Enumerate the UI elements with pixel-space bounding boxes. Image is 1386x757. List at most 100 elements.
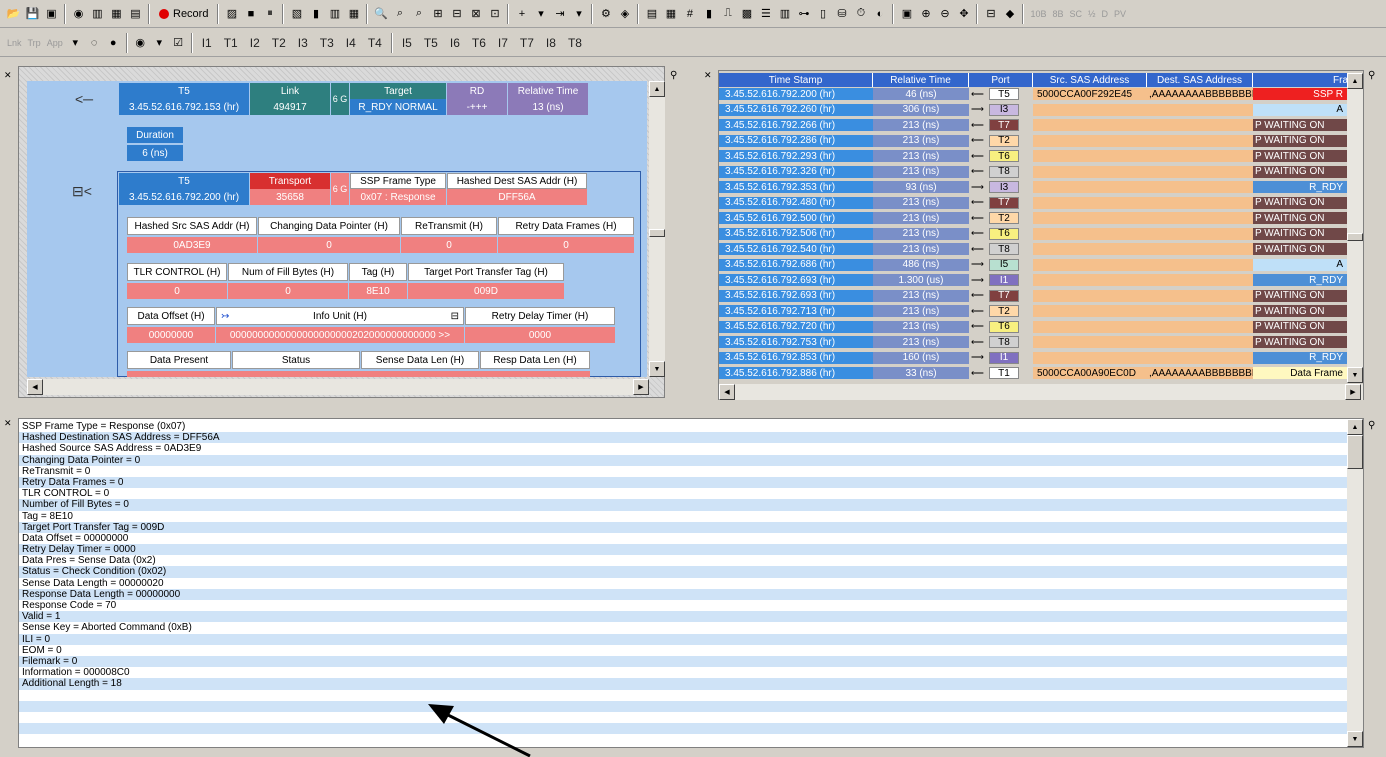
cell-frame[interactable]: P WAITING ON [1253, 289, 1347, 302]
cell-port[interactable]: T8 [989, 243, 1019, 255]
cell-reltime[interactable]: 213 (ns) [873, 320, 969, 333]
info-unit-value[interactable]: 0000000000000000000000202000000000000 >> [216, 327, 464, 343]
decode-icon[interactable]: ⚙ [597, 5, 614, 22]
detail-row[interactable]: Sense Key = Aborted Command (0xB) [19, 622, 1347, 633]
port-t7-button[interactable]: T7 [520, 36, 534, 50]
row1-rd-value[interactable]: -+++ [447, 99, 507, 115]
cell-timestamp[interactable]: 3.45.52.616.792.540 (hr) [719, 243, 873, 255]
cell-reltime[interactable]: 213 (ns) [873, 336, 969, 348]
dropdown-icon[interactable]: ▾ [570, 5, 587, 22]
port-t1-button[interactable]: T1 [224, 36, 238, 50]
cell-frame[interactable]: SSP R [1253, 88, 1347, 100]
cell-port[interactable]: T8 [989, 336, 1019, 348]
cell-src-sas[interactable]: 5000CCA00F292E45 [1033, 88, 1147, 100]
mode-8b-button[interactable]: 8B [1052, 9, 1063, 19]
cell-dest-sas[interactable] [1147, 150, 1253, 162]
port-i5-button[interactable]: I5 [402, 36, 412, 50]
packet-view-hscrollbar[interactable]: ◀ ▶ [27, 379, 649, 395]
port-t2-button[interactable]: T2 [272, 36, 286, 50]
scroll-left-icon[interactable]: ◀ [27, 379, 43, 395]
packet-view-icon[interactable]: ▤ [643, 5, 660, 22]
dropdown-icon[interactable]: ▾ [67, 34, 84, 51]
detail-row[interactable]: Status = Check Condition (0x02) [19, 566, 1347, 578]
right-pane-pin-icon[interactable]: ⚲ [1368, 70, 1375, 81]
detail-row[interactable]: Filemark = 0 [19, 655, 1347, 668]
scroll-thumb[interactable] [649, 229, 665, 237]
cell-timestamp[interactable]: 3.45.52.616.792.693 (hr) [719, 289, 873, 302]
link-view-icon[interactable]: ⛁ [833, 5, 850, 22]
find-prev-icon[interactable]: ⌕ [410, 5, 427, 22]
hashed-dest-value[interactable]: DFF56A [447, 189, 587, 205]
column-view-icon[interactable]: ▮ [700, 5, 717, 22]
cell-port[interactable]: T2 [989, 134, 1019, 147]
split-icon[interactable]: ⊟ [982, 5, 999, 22]
cell-reltime[interactable]: 213 (ns) [873, 196, 969, 209]
scroll-right-icon[interactable]: ▶ [1345, 384, 1361, 400]
cell-reltime[interactable]: 213 (ns) [873, 165, 969, 178]
table-row[interactable]: 3.45.52.616.792.540 (hr) 213 (ns) ⟵ T8 P WAI… [719, 243, 1359, 255]
spreadsheet-hscrollbar[interactable]: ◀ ▶ [719, 384, 1363, 400]
cell-port[interactable]: T6 [989, 320, 1019, 333]
changing-data-pointer-value[interactable]: 0 [258, 237, 400, 253]
cell-src-sas[interactable] [1033, 258, 1147, 271]
right-pane-close-icon[interactable]: ✕ [704, 70, 716, 81]
layout-icon[interactable]: ▦ [345, 5, 362, 22]
detail-row[interactable]: ReTransmit = 0 [19, 466, 1347, 477]
table-row[interactable]: 3.45.52.616.792.686 (hr) 486 (ns) ⟶ I5 A [719, 258, 1359, 271]
cell-timestamp[interactable]: 3.45.52.616.792.200 (hr) [719, 88, 873, 100]
port-i1-button[interactable]: I1 [202, 36, 212, 50]
detail-row[interactable]: Response Code = 70 [19, 600, 1347, 611]
dropdown-icon[interactable]: ▾ [151, 34, 168, 51]
settings-icon[interactable]: ◉ [70, 5, 87, 22]
bar-chart-icon[interactable]: ▥ [776, 5, 793, 22]
dropdown-icon[interactable]: ▾ [532, 5, 549, 22]
record-button[interactable]: Record [153, 4, 214, 24]
scroll-left-icon[interactable]: ◀ [719, 384, 735, 400]
cell-dest-sas[interactable] [1147, 336, 1253, 348]
cell-dest-sas[interactable] [1147, 165, 1253, 178]
details-pane-pin-icon[interactable]: ⚲ [1368, 420, 1375, 431]
cell-src-sas[interactable] [1033, 289, 1147, 302]
cell-reltime[interactable]: 213 (ns) [873, 243, 969, 255]
port-t6-button[interactable]: T6 [472, 36, 486, 50]
row2-transport-value[interactable]: 35658 [250, 189, 330, 205]
hide-icon[interactable]: ⊞ [429, 5, 446, 22]
open-icon[interactable]: 📂 [5, 5, 22, 22]
cell-reltime[interactable]: 213 (ns) [873, 227, 969, 240]
port-i6-button[interactable]: I6 [450, 36, 460, 50]
detail-row[interactable]: Sense Data Length = 00000020 [19, 578, 1347, 589]
cell-src-sas[interactable] [1033, 134, 1147, 147]
spec-icon[interactable]: ◈ [616, 5, 633, 22]
scroll-right-icon[interactable]: ▶ [633, 379, 649, 395]
mode-10b-button[interactable]: 10B [1030, 9, 1046, 19]
capture-icon[interactable]: ▤ [127, 5, 144, 22]
detail-row[interactable]: EOM = 0 [19, 645, 1347, 656]
cell-frame[interactable]: P WAITING ON [1253, 119, 1347, 131]
details-pane-close-icon[interactable]: ✕ [4, 418, 16, 429]
cell-timestamp[interactable]: 3.45.52.616.792.286 (hr) [719, 134, 873, 147]
col-header-reltime[interactable]: Relative Time [873, 73, 969, 87]
table-row[interactable]: 3.45.52.616.792.326 (hr) 213 (ns) ⟵ T8 P WAI… [719, 165, 1359, 178]
cell-reltime[interactable]: 213 (ns) [873, 212, 969, 224]
cell-dest-sas[interactable] [1147, 103, 1253, 116]
table-row[interactable]: 3.45.52.616.792.853 (hr) 160 (ns) ⟶ I1 R_RDY [719, 351, 1359, 364]
row1-link-value[interactable]: 494917 [250, 99, 330, 115]
palette-icon[interactable]: ◆ [1001, 5, 1018, 22]
table-row[interactable]: 3.45.52.616.792.353 (hr) 93 (ns) ⟶ I3 R_RDY [719, 181, 1359, 193]
cell-port[interactable]: T7 [989, 196, 1019, 209]
table-row[interactable]: 3.45.52.616.792.293 (hr) 213 (ns) ⟵ T6 P WAI… [719, 150, 1359, 162]
duration-value[interactable]: 6 (ns) [127, 145, 183, 161]
cell-frame[interactable]: P WAITING ON [1253, 212, 1347, 224]
cell-frame[interactable]: R_RDY [1253, 351, 1347, 364]
list-view-icon[interactable]: ☰ [757, 5, 774, 22]
cell-port[interactable]: T2 [989, 305, 1019, 317]
cell-dest-sas[interactable] [1147, 320, 1253, 333]
cell-dest-sas[interactable]: ,AAAAAAAABBBBBBBB [1147, 367, 1253, 379]
detail-row[interactable]: Additional Length = 18 [19, 678, 1347, 690]
zoom-in-icon[interactable]: ⊕ [917, 5, 934, 22]
cell-timestamp[interactable]: 3.45.52.616.792.853 (hr) [719, 351, 873, 364]
cell-src-sas[interactable] [1033, 243, 1147, 255]
compress-icon[interactable]: ⊠ [467, 5, 484, 22]
scroll-thumb[interactable] [1347, 233, 1363, 241]
info-unit-label-cell[interactable]: ↣ Info Unit (H) ⊟ [216, 307, 464, 325]
